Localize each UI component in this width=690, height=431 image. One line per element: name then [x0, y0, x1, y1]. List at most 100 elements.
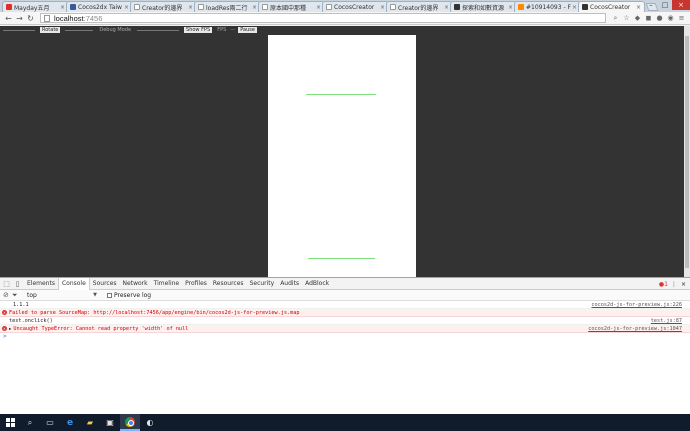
browser-toolbar: ← → ↻ localhost:7456 ⌕ ☆ ◆ ◼ ● ◉ ≡ — [0, 12, 690, 25]
debug-mode-select[interactable]: Debug Mode — [99, 27, 131, 33]
tab-sources[interactable]: Sources — [90, 278, 120, 290]
close-devtools-icon[interactable]: × — [681, 281, 686, 288]
tab-adblock[interactable]: AdBlock — [302, 278, 332, 290]
taskbar: ⌕ ▭ e ▰ ▣ ◐ — [0, 414, 690, 431]
cocos-preview-toolbar: Rotate Debug Mode Show FPS FPS — Pause — [0, 26, 684, 34]
source-link[interactable]: test.js:87 — [651, 317, 682, 325]
context-select[interactable]: top ▼ — [27, 292, 97, 299]
favicon-icon — [198, 4, 204, 10]
page-icon — [44, 14, 50, 22]
reload-icon[interactable]: ↻ — [25, 13, 36, 24]
preserve-log-checkbox[interactable] — [107, 292, 112, 298]
browser-tab[interactable]: 探索和如數資源 × — [450, 1, 517, 12]
error-count-badge[interactable]: ●1 — [659, 281, 668, 288]
context-value: top — [27, 291, 37, 299]
tab-close-icon[interactable]: × — [124, 4, 129, 11]
tab-close-icon[interactable]: × — [636, 4, 641, 11]
extension-icon[interactable]: ● — [654, 13, 665, 24]
game-canvas[interactable] — [268, 35, 416, 277]
menu-icon[interactable]: ≡ — [676, 13, 687, 24]
minimize-icon[interactable]: – — [644, 0, 658, 10]
browser-tab[interactable]: Cocos2dx Taiw × — [66, 1, 133, 12]
start-icon[interactable] — [0, 414, 20, 431]
store-icon[interactable]: ▣ — [100, 414, 120, 431]
task-view-icon[interactable]: ▭ — [40, 414, 60, 431]
toolbar-icons: ⌕ ☆ ◆ ◼ ● ◉ ≡ — [610, 13, 687, 24]
browser-tab-active[interactable]: CocosCreator × — [578, 1, 645, 12]
maximize-icon[interactable]: □ — [658, 0, 672, 10]
extension-icon[interactable]: ◼ — [643, 13, 654, 24]
toolbar-divider — [3, 29, 35, 31]
browser-tab[interactable]: Creator的邊界 × — [130, 1, 197, 12]
favicon-icon — [390, 4, 396, 10]
browser-tab[interactable]: loadRes兩二行 × — [194, 1, 261, 12]
search-icon[interactable]: ⌕ — [610, 13, 621, 24]
browser-tab[interactable]: #10914093 - F × — [514, 1, 581, 12]
tab-close-icon[interactable]: × — [188, 4, 193, 11]
devtools-tab-bar: ⬚ ▯ Elements Console Sources Network Tim… — [0, 277, 690, 290]
browser-tab[interactable]: 原本國中那種 × — [258, 1, 325, 12]
tab-close-icon[interactable]: × — [252, 4, 257, 11]
chrome-icon[interactable] — [120, 414, 140, 431]
error-icon: × — [2, 310, 7, 315]
inspect-icon[interactable]: ⬚ — [2, 279, 11, 288]
address-bar[interactable]: localhost:7456 — [40, 13, 606, 23]
tab-resources[interactable]: Resources — [210, 278, 247, 290]
file-explorer-icon[interactable]: ▰ — [80, 414, 100, 431]
app-icon[interactable]: ◐ — [140, 414, 160, 431]
tab-audits[interactable]: Audits — [277, 278, 302, 290]
tab-label: Cocos2dx Taiw — [78, 3, 122, 11]
tab-close-icon[interactable]: × — [316, 4, 321, 11]
favicon-icon — [582, 4, 588, 10]
console-output: 1.1.1 cocos2d-js-for-preview.js:226 × Fa… — [0, 301, 690, 341]
browser-tab[interactable]: CocosCreator × — [322, 1, 389, 12]
tab-console[interactable]: Console — [57, 277, 90, 290]
back-icon[interactable]: ← — [3, 13, 14, 24]
favicon-icon — [6, 4, 12, 10]
tab-profiles[interactable]: Profiles — [182, 278, 210, 290]
tab-elements[interactable]: Elements — [24, 278, 58, 290]
device-mode-icon[interactable]: ▯ — [13, 279, 22, 288]
bookmark-star-icon[interactable]: ☆ — [621, 13, 632, 24]
pause-button[interactable]: Pause — [238, 27, 257, 33]
devtools-panel: ⬚ ▯ Elements Console Sources Network Tim… — [0, 277, 690, 414]
rotate-button[interactable]: Rotate — [40, 27, 61, 33]
tab-timeline[interactable]: Timeline — [151, 278, 183, 290]
fps-label: FPS — [217, 27, 227, 33]
tab-security[interactable]: Security — [247, 278, 278, 290]
page-scrollbar[interactable] — [684, 26, 690, 277]
message-text: Uncaught TypeError: Cannot read property… — [13, 326, 189, 332]
show-fps-button[interactable]: Show FPS — [184, 27, 213, 33]
browser-tab[interactable]: Creator的邊界 × — [386, 1, 453, 12]
forward-icon[interactable]: → — [14, 13, 25, 24]
close-icon[interactable]: × — [672, 0, 690, 10]
preserve-log-toggle[interactable]: Preserve log — [107, 292, 151, 299]
scrollbar-thumb[interactable] — [685, 36, 689, 268]
tab-close-icon[interactable]: × — [380, 4, 385, 11]
console-prompt[interactable]: > — [0, 333, 690, 341]
source-link[interactable]: cocos2d-js-for-preview.js:1047 — [588, 325, 682, 333]
clear-console-icon[interactable]: ⊘ — [3, 291, 12, 299]
console-error: × ▶ Uncaught TypeError: Cannot read prope… — [0, 325, 690, 333]
favicon-icon — [454, 4, 460, 10]
tab-close-icon[interactable]: × — [60, 4, 65, 11]
filter-icon[interactable]: ⏷ — [12, 291, 21, 300]
url-host: localhost — [54, 13, 84, 23]
edge-icon[interactable]: e — [60, 414, 80, 431]
favicon-icon — [326, 4, 332, 10]
more-options-icon[interactable]: ⋮ — [671, 281, 677, 288]
tab-network[interactable]: Network — [120, 278, 151, 290]
tab-label: CocosCreator — [334, 3, 375, 11]
source-link[interactable]: cocos2d-js-for-preview.js:226 — [591, 301, 682, 309]
favicon-icon — [70, 4, 76, 10]
favicon-icon — [262, 4, 268, 10]
browser-tab[interactable]: Mayday五月 × — [2, 1, 69, 12]
expand-triangle-icon[interactable]: ▶ — [9, 326, 11, 331]
search-icon[interactable]: ⌕ — [20, 414, 40, 431]
tab-close-icon[interactable]: × — [572, 4, 577, 11]
message-text: Failed to parse SourceMap: http://localh… — [9, 310, 300, 316]
extension-icon[interactable]: ◉ — [665, 13, 676, 24]
extension-icon[interactable]: ◆ — [632, 13, 643, 24]
tab-close-icon[interactable]: × — [444, 4, 449, 11]
tab-close-icon[interactable]: × — [508, 4, 513, 11]
